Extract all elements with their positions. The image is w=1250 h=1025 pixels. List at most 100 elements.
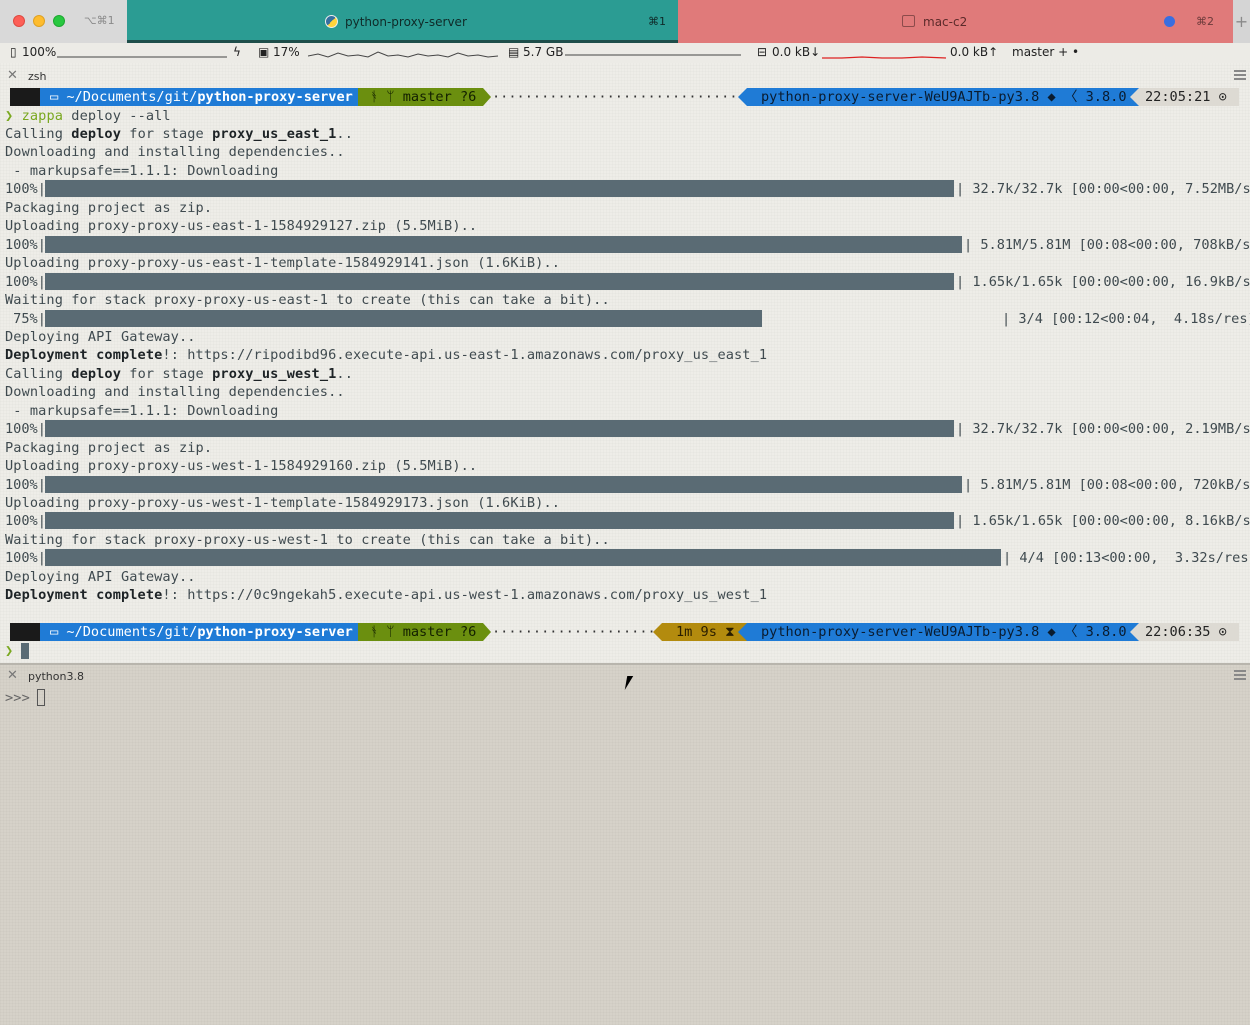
prompt-git: ᚬ ᛘ master ?6: [358, 623, 483, 641]
output-line: Uploading proxy-proxy-us-west-1-template…: [5, 495, 561, 511]
command-line: ❯ zappa deploy --all: [5, 108, 171, 124]
progress-percent: 75%|: [5, 310, 46, 327]
close-window-button[interactable]: [13, 15, 25, 27]
memory-usage: 5.7 GB: [523, 45, 564, 59]
folder-icon: ▭: [50, 89, 67, 105]
new-tab-button[interactable]: +: [1233, 0, 1250, 43]
pane-title: zsh: [28, 70, 47, 83]
progress-bar: [45, 272, 954, 290]
status-bar: ▯ 100% ϟ ▣ 17% ▤ 5.7 GB ⊟ 0.0 kB↓ 0.0 kB…: [0, 43, 1250, 63]
output-line: Downloading and installing dependencies.…: [5, 144, 345, 161]
output-line: Downloading and installing dependencies.…: [5, 384, 345, 401]
output-line: Deployment complete!: https://ripodibd96…: [5, 347, 768, 364]
output-line: Uploading proxy-proxy-us-east-1-template…: [5, 255, 561, 272]
progress-bar: [45, 309, 762, 327]
zoom-window-button[interactable]: [53, 15, 65, 27]
close-pane-icon[interactable]: ✕: [7, 68, 18, 83]
progress-stats: | 1.65k/1.65k [00:00<00:00, 16.9kB/s]: [956, 273, 1250, 290]
battery-sparkline: [57, 56, 227, 58]
progress-stats: | 4/4 [00:13<00:00, 3.32s/res]: [1003, 550, 1250, 567]
prompt-git: ᚬ ᛘ master ?6: [358, 88, 483, 106]
output-line: Deployment complete!: https://0c9ngekah5…: [5, 587, 768, 604]
battery-level: 100%: [22, 45, 57, 59]
pane-menu-icon[interactable]: [1234, 70, 1246, 80]
network-down: 0.0 kB↓: [772, 45, 821, 59]
progress-percent: 100%|: [5, 273, 46, 290]
git-branch-icon: ᚬ ᛘ: [370, 89, 403, 105]
output-line: Uploading proxy-proxy-us-east-1-15849291…: [5, 218, 478, 235]
progress-bar: [45, 420, 954, 438]
hourglass-icon: ⧗: [716, 624, 735, 640]
tab-python-proxy-server[interactable]: python-proxy-server ⌘1: [127, 0, 678, 43]
window-controls: ⌥⌘1: [0, 0, 127, 43]
close-pane-icon[interactable]: ✕: [7, 668, 18, 683]
progress-bar: [45, 475, 962, 493]
progress-bar: [45, 549, 1001, 567]
tab-shortcut: ⌘1: [648, 15, 666, 28]
clock-icon: ⊙: [1210, 89, 1227, 105]
progress-stats: | 32.7k/32.7k [00:00<00:00, 2.19MB/s]: [956, 421, 1250, 438]
output-line: Packaging project as zip.: [5, 199, 213, 216]
output-line: Uploading proxy-proxy-us-west-1-15849291…: [5, 458, 478, 475]
progress-stats: | 32.7k/32.7k [00:00<00:00, 7.52MB/s]: [956, 181, 1250, 198]
output-line: Deploying API Gateway..: [5, 328, 196, 345]
cpu-icon: ▣: [258, 45, 270, 59]
output-line: Calling deploy for stage proxy_us_west_1…: [5, 365, 353, 382]
terminal-pane-zsh[interactable]: ✕ zsh ▭ ~/Documents/git/python-proxy-ser…: [0, 63, 1250, 663]
progress-bar: [45, 235, 962, 253]
prompt-time: 22:05:21 ⊙: [1139, 88, 1239, 106]
minimize-window-button[interactable]: [33, 15, 45, 27]
progress-percent: 100%|: [5, 550, 46, 567]
progress-stats: | 3/4 [00:12<00:04, 4.18s/res]: [1002, 310, 1250, 327]
terminal-icon: [902, 15, 915, 27]
prompt-filler: ······················: [492, 624, 673, 640]
output-line: Waiting for stack proxy-proxy-us-east-1 …: [5, 292, 610, 309]
progress-percent: 100%|: [5, 513, 46, 530]
pane-header: ✕ zsh: [0, 65, 1250, 87]
prompt-path: ▭ ~/Documents/git/python-proxy-server: [40, 623, 358, 641]
input-line[interactable]: ❯: [5, 642, 13, 660]
apple-icon: [10, 88, 40, 106]
activity-indicator-icon: [1164, 16, 1175, 27]
tab-mac-c2[interactable]: mac-c2 ⌘2: [678, 0, 1233, 43]
cpu-sparkline: [308, 51, 498, 58]
repl-prompt[interactable]: >>>: [5, 689, 30, 707]
progress-percent: 100%|: [5, 421, 46, 438]
python-icon: [325, 15, 338, 28]
progress-percent: 100%|: [5, 476, 46, 493]
memory-sparkline: [565, 54, 741, 56]
output-line: Deploying API Gateway..: [5, 568, 196, 585]
prompt-path: ▭ ~/Documents/git/python-proxy-server: [40, 88, 358, 106]
title-bar: ⌥⌘1 python-proxy-server ⌘1 mac-c2 ⌘2 +: [0, 0, 1250, 43]
progress-stats: | 5.81M/5.81M [00:08<00:00, 708kB/s]: [964, 236, 1250, 253]
output-line: - markupsafe==1.1.1: Downloading: [5, 402, 279, 419]
git-branch-status: master + •: [1012, 45, 1080, 59]
output-line: Calling deploy for stage proxy_us_east_1…: [5, 126, 353, 142]
git-branch-icon: ᚬ ᛘ: [370, 624, 403, 640]
progress-bar: [45, 512, 954, 530]
prompt-virtualenv: python-proxy-server-WeU9AJTb-py3.8 ◆ 〈 3…: [747, 623, 1143, 641]
pane-title: python3.8: [28, 670, 84, 683]
prompt-filler: ·································: [492, 89, 763, 105]
cpu-usage: 17%: [273, 45, 300, 59]
output-line: - markupsafe==1.1.1: Downloading: [5, 162, 279, 179]
progress-percent: 100%|: [5, 181, 46, 198]
window-shortcut: ⌥⌘1: [84, 14, 115, 27]
pane-menu-icon[interactable]: [1234, 670, 1246, 680]
progress-bar: [45, 180, 954, 198]
network-up: 0.0 kB↑: [950, 45, 999, 59]
clock-icon: ⊙: [1210, 624, 1227, 640]
tab-label: mac-c2: [923, 15, 968, 29]
terminal-pane-python[interactable]: ✕ python3.8 >>>: [0, 665, 1250, 1025]
memory-icon: ▤: [508, 45, 520, 59]
progress-stats: | 5.81M/5.81M [00:08<00:00, 720kB/s]: [964, 476, 1250, 493]
prompt-line: ▭ ~/Documents/git/python-proxy-server ᚬ …: [0, 88, 1250, 106]
prompt-line: ▭ ~/Documents/git/python-proxy-server ᚬ …: [0, 623, 1250, 641]
progress-percent: 100%|: [5, 236, 46, 253]
folder-icon: ▭: [50, 624, 67, 640]
tab-label: python-proxy-server: [345, 15, 467, 29]
prompt-virtualenv: python-proxy-server-WeU9AJTb-py3.8 ◆ 〈 3…: [747, 88, 1143, 106]
progress-stats: | 1.65k/1.65k [00:00<00:00, 8.16kB/s]: [956, 513, 1250, 530]
text-cursor: [37, 689, 45, 706]
tab-shortcut: ⌘2: [1196, 15, 1214, 28]
